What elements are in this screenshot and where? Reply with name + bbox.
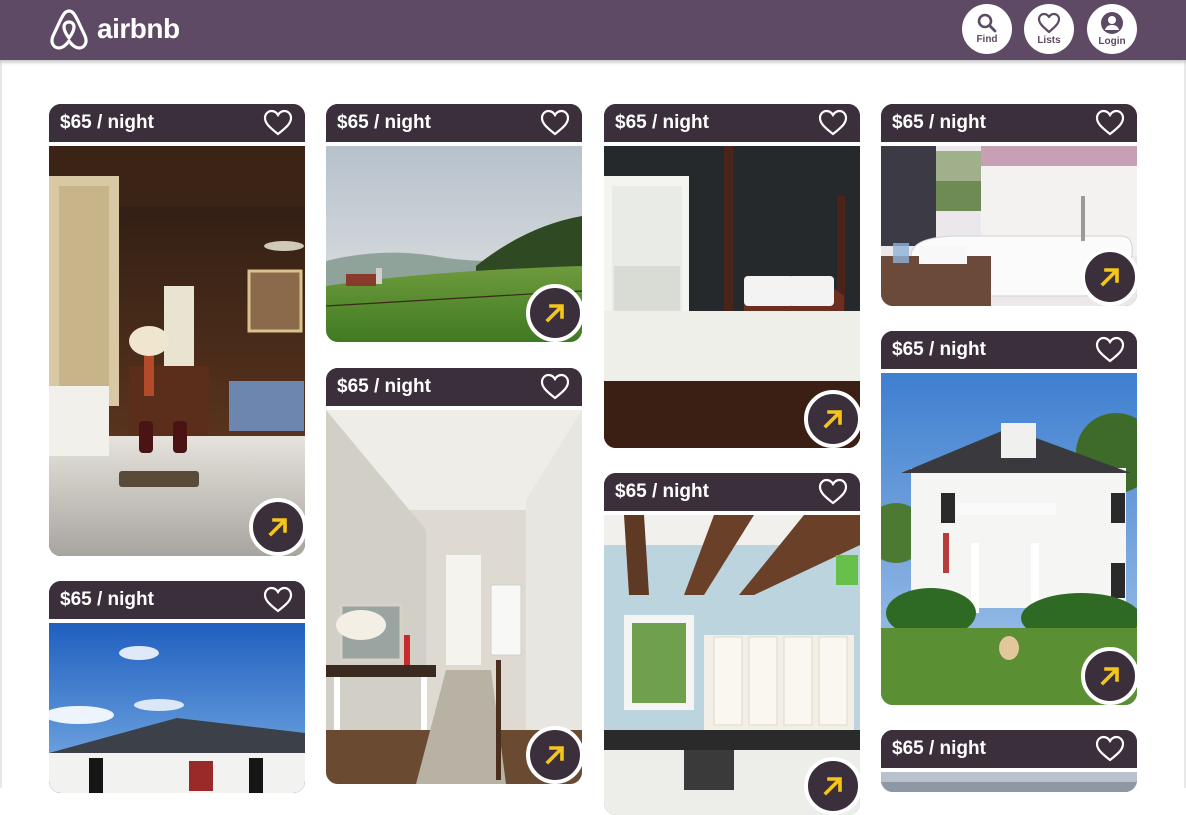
listing-photo[interactable] bbox=[49, 146, 305, 556]
page-edge-left bbox=[0, 60, 2, 788]
listing-header: $65 / night bbox=[326, 104, 582, 146]
listing-photo[interactable] bbox=[326, 410, 582, 784]
arrow-up-right-icon bbox=[545, 746, 564, 765]
lists-label: Lists bbox=[1037, 35, 1061, 46]
listing-price: $65 / night bbox=[337, 376, 431, 397]
open-listing-button[interactable] bbox=[526, 284, 582, 342]
listing-header: $65 / night bbox=[604, 473, 860, 515]
listing-card[interactable]: $65 / night bbox=[326, 368, 582, 784]
favorite-heart-icon[interactable] bbox=[263, 586, 293, 614]
listing-header: $65 / night bbox=[49, 104, 305, 146]
listing-header: $65 / night bbox=[881, 104, 1137, 146]
favorite-heart-icon[interactable] bbox=[1095, 109, 1125, 137]
arrow-up-right-icon bbox=[823, 410, 842, 429]
listing-price: $65 / night bbox=[615, 481, 709, 502]
arrow-up-right-icon bbox=[823, 777, 842, 796]
open-listing-button[interactable] bbox=[804, 757, 860, 815]
favorite-heart-icon[interactable] bbox=[263, 109, 293, 137]
listing-card[interactable]: $65 / night bbox=[326, 104, 582, 342]
favorite-heart-icon[interactable] bbox=[540, 109, 570, 137]
favorite-heart-icon[interactable] bbox=[818, 478, 848, 506]
listing-header: $65 / night bbox=[881, 730, 1137, 772]
top-bar: airbnb Find Lists Login bbox=[0, 0, 1186, 60]
listing-photo[interactable] bbox=[881, 772, 1137, 792]
favorite-heart-icon[interactable] bbox=[1095, 336, 1125, 364]
bedroom-photo bbox=[49, 146, 305, 556]
listing-header: $65 / night bbox=[881, 331, 1137, 373]
listing-photo[interactable] bbox=[881, 373, 1137, 705]
open-listing-button[interactable] bbox=[1081, 248, 1137, 306]
login-button[interactable]: Login bbox=[1087, 4, 1137, 54]
listing-card[interactable]: $65 / night bbox=[881, 730, 1137, 792]
listing-price: $65 / night bbox=[892, 738, 986, 759]
listing-price: $65 / night bbox=[892, 112, 986, 133]
arrow-up-right-icon bbox=[1100, 667, 1119, 686]
landscape-partial-photo bbox=[881, 772, 1137, 792]
listing-price: $65 / night bbox=[892, 339, 986, 360]
listing-card[interactable]: $65 / night bbox=[604, 104, 860, 448]
search-icon bbox=[977, 13, 997, 33]
arrow-up-right-icon bbox=[268, 518, 287, 537]
house-exterior-photo bbox=[49, 623, 305, 793]
listing-card[interactable]: $65 / night bbox=[49, 104, 305, 556]
find-label: Find bbox=[976, 34, 998, 45]
listing-photo[interactable] bbox=[604, 515, 860, 815]
arrow-up-right-icon bbox=[1100, 268, 1119, 287]
favorite-heart-icon[interactable] bbox=[1095, 735, 1125, 763]
listing-header: $65 / night bbox=[326, 368, 582, 410]
lists-button[interactable]: Lists bbox=[1024, 4, 1074, 54]
open-listing-button[interactable] bbox=[249, 498, 305, 556]
user-icon bbox=[1101, 12, 1123, 34]
favorite-heart-icon[interactable] bbox=[818, 109, 848, 137]
listing-price: $65 / night bbox=[60, 112, 154, 133]
airbnb-logo[interactable]: airbnb bbox=[49, 8, 180, 50]
listing-price: $65 / night bbox=[60, 589, 154, 610]
listing-photo[interactable] bbox=[326, 146, 582, 342]
arrow-up-right-icon bbox=[545, 304, 564, 323]
listing-card[interactable]: $65 / night bbox=[881, 104, 1137, 306]
airbnb-logo-icon bbox=[50, 9, 88, 50]
listing-card[interactable]: $65 / night bbox=[604, 473, 860, 815]
favorite-heart-icon[interactable] bbox=[540, 373, 570, 401]
open-listing-button[interactable] bbox=[804, 390, 860, 448]
open-listing-button[interactable] bbox=[526, 726, 582, 784]
listing-header: $65 / night bbox=[49, 581, 305, 623]
brand-name: airbnb bbox=[97, 13, 180, 44]
find-button[interactable]: Find bbox=[962, 4, 1012, 54]
open-listing-button[interactable] bbox=[1081, 647, 1137, 705]
listing-photo[interactable] bbox=[881, 146, 1137, 306]
listing-card[interactable]: $65 / night bbox=[49, 581, 305, 793]
listing-header: $65 / night bbox=[604, 104, 860, 146]
listing-card[interactable]: $65 / night bbox=[881, 331, 1137, 705]
listing-price: $65 / night bbox=[615, 112, 709, 133]
heart-icon bbox=[1037, 12, 1061, 34]
listing-photo[interactable] bbox=[604, 146, 860, 448]
listing-photo[interactable] bbox=[49, 623, 305, 793]
login-label: Login bbox=[1098, 36, 1126, 47]
listing-price: $65 / night bbox=[337, 112, 431, 133]
